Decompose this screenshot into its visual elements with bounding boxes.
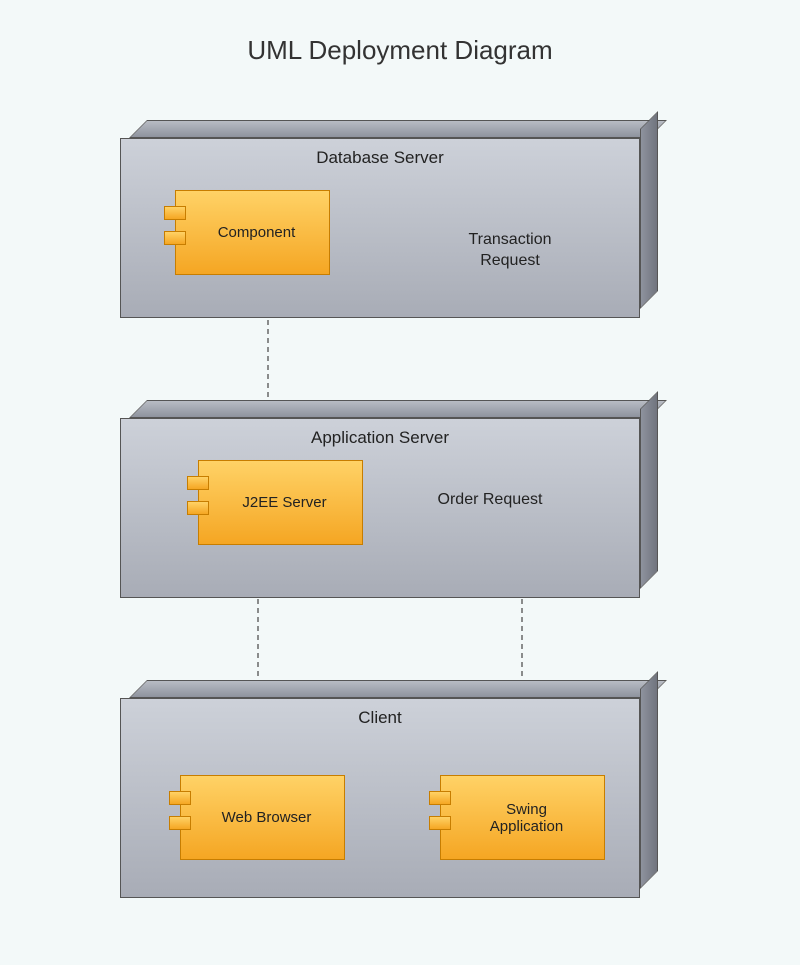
component-j2ee-server: J2EE Server [198,460,363,545]
component-web-browser: Web Browser [180,775,345,860]
interface-label-transaction: Transaction Request [450,230,570,272]
component-label-swing: Swing Application [441,776,604,859]
component-database-component: Component [175,190,330,275]
interface-label-order: Order Request [415,490,565,511]
diagram-title: UML Deployment Diagram [0,0,800,66]
diagram-canvas: UML Deployment Diagram Database Server C… [0,0,800,965]
node-label-client: Client [120,708,640,728]
component-swing-application: Swing Application [440,775,605,860]
component-label-j2ee: J2EE Server [199,461,362,544]
component-label-browser: Web Browser [181,776,344,859]
node-label-database: Database Server [120,148,640,168]
component-label-database: Component [176,191,329,274]
node-label-application: Application Server [120,428,640,448]
